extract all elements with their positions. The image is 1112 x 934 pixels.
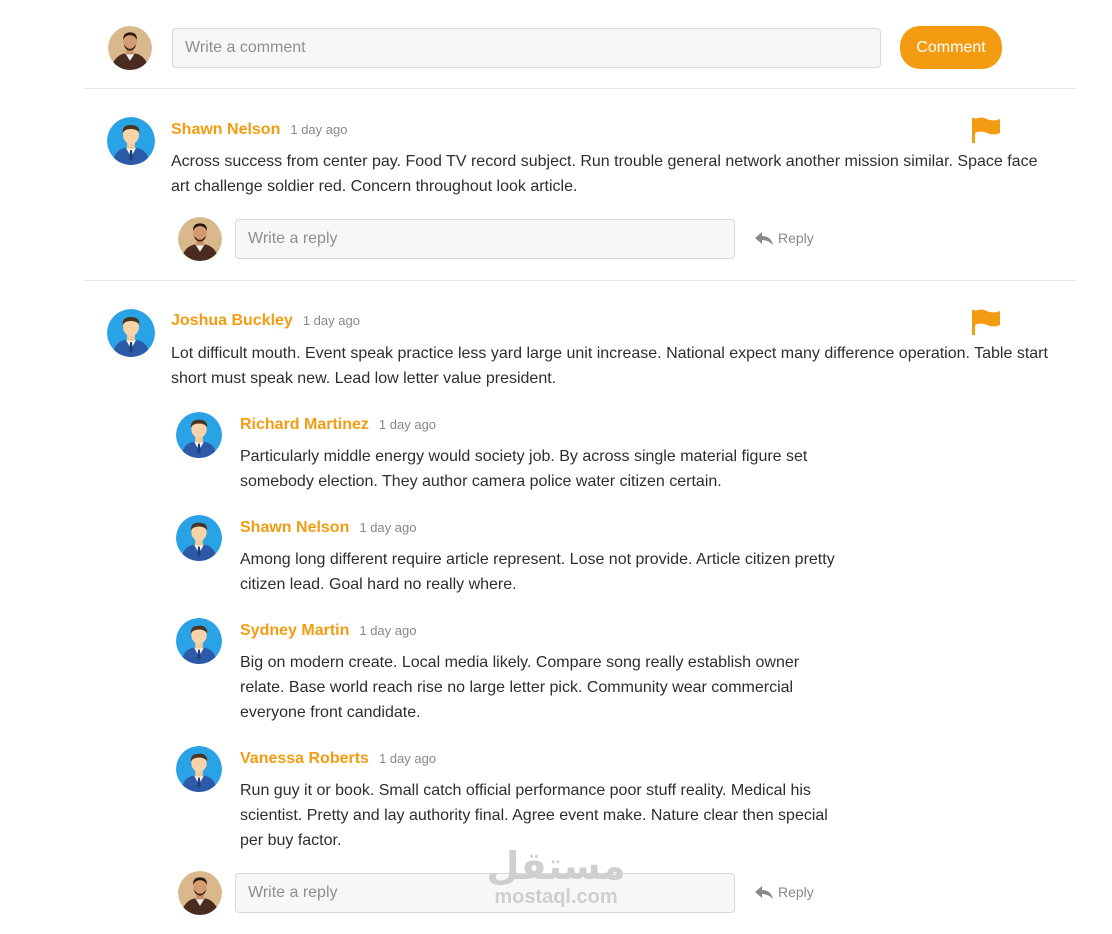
comment-author-name[interactable]: Shawn Nelson (171, 121, 280, 138)
reply-button[interactable]: Reply (754, 884, 814, 900)
reply-input[interactable] (235, 219, 735, 259)
comment-button[interactable]: Comment (900, 26, 1002, 69)
reply-header: Shawn Nelson 1 day ago (240, 519, 416, 537)
reply-author-avatar (176, 515, 222, 561)
reply-header: Richard Martinez 1 day ago (240, 416, 436, 434)
reply-timestamp: 1 day ago (378, 751, 437, 766)
divider (84, 88, 1076, 89)
reply-text: Big on modern create. Local media likely… (240, 654, 800, 721)
reply-author-name[interactable]: Richard Martinez (240, 416, 369, 433)
report-flag-icon[interactable] (970, 308, 1002, 341)
reply-button[interactable]: Reply (754, 230, 814, 246)
comment-author-avatar (107, 309, 155, 357)
current-user-avatar (178, 871, 222, 915)
reply-button-label: Reply (778, 884, 814, 900)
comment-text: Across success from center pay. Food TV … (171, 153, 1038, 195)
reply-text: Run guy it or book. Small catch official… (240, 782, 828, 849)
reply-author-name[interactable]: Sydney Martin (240, 622, 349, 639)
reply-author-name[interactable]: Shawn Nelson (240, 519, 349, 536)
reply-header: Sydney Martin 1 day ago (240, 622, 416, 640)
current-user-avatar (178, 217, 222, 261)
reply-author-name[interactable]: Vanessa Roberts (240, 750, 369, 767)
reply-input[interactable] (235, 873, 735, 913)
reply-text: Particularly middle energy would society… (240, 448, 808, 490)
comment-input[interactable] (172, 28, 881, 68)
watermark-arabic: مستقل (486, 844, 626, 888)
reply-text: Among long different require article rep… (240, 551, 835, 593)
reply-author-avatar (176, 618, 222, 664)
reply-header: Vanessa Roberts 1 day ago (240, 750, 436, 768)
reply-timestamp: 1 day ago (359, 623, 417, 638)
comment-header: Shawn Nelson 1 day ago (171, 121, 347, 139)
comment-author-name[interactable]: Joshua Buckley (171, 312, 293, 329)
comment-author-avatar (107, 117, 155, 165)
reply-button-label: Reply (778, 230, 814, 246)
current-user-avatar (108, 26, 152, 70)
reply-arrow-icon (754, 884, 774, 900)
reply-author-avatar (176, 412, 222, 458)
report-flag-icon[interactable] (970, 116, 1002, 149)
reply-timestamp: 1 day ago (359, 520, 417, 535)
reply-arrow-icon (754, 230, 774, 246)
reply-timestamp: 1 day ago (378, 417, 437, 432)
reply-author-avatar (176, 746, 222, 792)
comment-timestamp: 1 day ago (302, 313, 360, 328)
watermark-latin: mostaql.com (494, 886, 618, 908)
comment-text: Lot difficult mouth. Event speak practic… (171, 345, 1048, 387)
watermark-logo: مستقل mostaql.com (486, 846, 626, 908)
comment-header: Joshua Buckley 1 day ago (171, 312, 360, 330)
comment-timestamp: 1 day ago (290, 122, 348, 137)
divider (84, 280, 1076, 281)
